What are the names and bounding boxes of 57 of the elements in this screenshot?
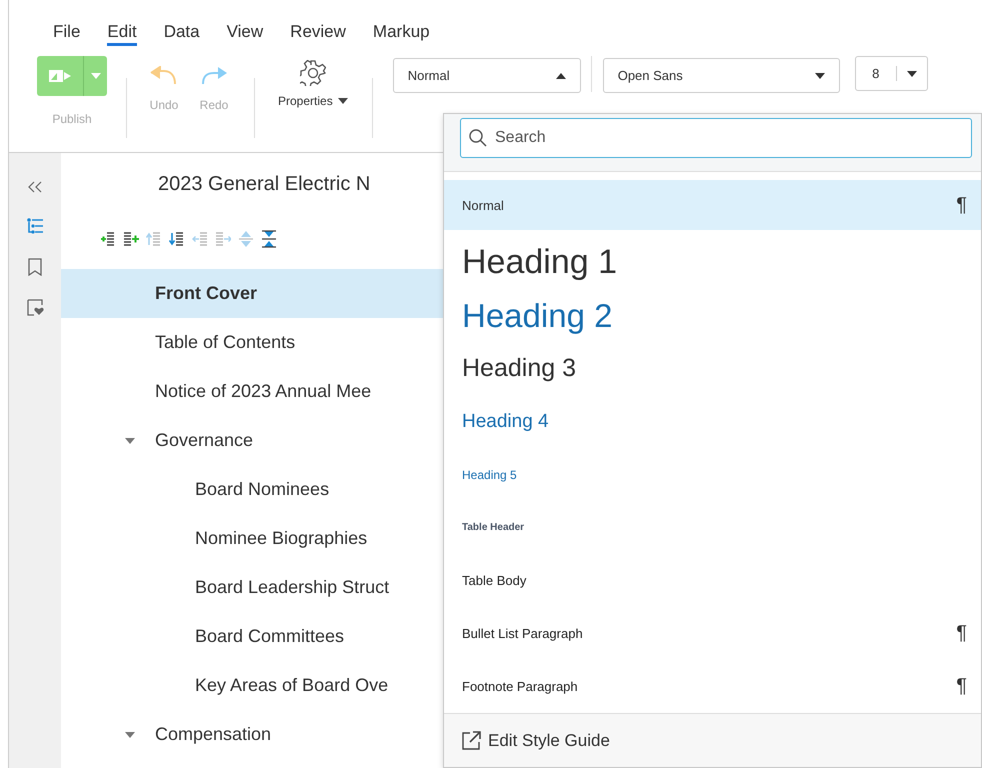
bookmark-icon[interactable] bbox=[28, 258, 42, 276]
redo-arrow-icon bbox=[199, 66, 229, 86]
tree-item[interactable]: Board Nominees bbox=[195, 479, 330, 500]
heart-note-icon[interactable] bbox=[26, 298, 44, 316]
style-option[interactable]: Heading 3 bbox=[444, 342, 981, 395]
style-option[interactable]: Heading 1 bbox=[444, 236, 981, 289]
tree-item[interactable]: Governance bbox=[155, 430, 254, 451]
lines-plus-icon[interactable] bbox=[123, 230, 139, 248]
style-option[interactable]: Heading 5 bbox=[444, 448, 981, 501]
expand-caret-icon[interactable] bbox=[125, 438, 135, 444]
style-option[interactable]: Heading 4 bbox=[444, 395, 981, 448]
outline-list-icon[interactable] bbox=[27, 218, 43, 236]
search-field[interactable]: Search bbox=[460, 118, 972, 158]
plus-lines-icon[interactable] bbox=[100, 230, 116, 248]
style-option[interactable]: Footnote Paragraph ¶ bbox=[444, 660, 981, 713]
tree-item[interactable]: Table of Contents bbox=[155, 332, 296, 353]
pilcrow-mark: ¶ bbox=[956, 194, 967, 216]
undo-arrow-icon bbox=[149, 66, 179, 86]
pilcrow-mark: ¶ bbox=[956, 622, 967, 645]
tree-item[interactable]: Compensation bbox=[155, 724, 272, 745]
pilcrow-mark: ¶ bbox=[956, 675, 967, 698]
publish-label: Publish bbox=[52, 112, 92, 126]
style-select[interactable]: Normal bbox=[392, 58, 581, 93]
down-arrow-lines-icon[interactable] bbox=[169, 230, 185, 248]
size-select[interactable]: 8 bbox=[854, 56, 928, 91]
menu-tab[interactable]: Data bbox=[164, 0, 200, 46]
caret-icon bbox=[814, 72, 825, 78]
menu-tab[interactable]: View bbox=[226, 0, 264, 46]
edit-style-guide-link[interactable]: Edit Style Guide bbox=[462, 730, 610, 750]
caret-icon bbox=[906, 70, 917, 76]
style-option[interactable]: Bullet List Paragraph ¶ bbox=[444, 607, 981, 660]
style-option[interactable]: Table Header bbox=[444, 501, 981, 554]
tree-item[interactable]: Board Committees bbox=[195, 626, 344, 647]
menu-tab[interactable]: Edit bbox=[107, 0, 137, 46]
tree-item[interactable]: Nominee Biographies bbox=[195, 528, 368, 549]
gear-icon bbox=[300, 60, 326, 86]
style-option[interactable]: Normal ¶ bbox=[444, 180, 981, 230]
caret-icon bbox=[338, 98, 348, 104]
publish-icon bbox=[48, 68, 72, 84]
font-select[interactable]: Open Sans bbox=[602, 58, 840, 93]
expand-caret-icon[interactable] bbox=[125, 732, 135, 738]
menu-tab[interactable]: Review bbox=[290, 0, 346, 46]
caret-icon bbox=[556, 72, 566, 78]
tree-item[interactable]: Board Leadership Struct bbox=[195, 577, 390, 598]
converge-arrows-icon[interactable] bbox=[261, 230, 277, 248]
document-title: 2023 General Electric N bbox=[158, 173, 370, 196]
properties-button[interactable]: Properties bbox=[278, 56, 348, 108]
collapse-chevrons-icon[interactable] bbox=[28, 181, 42, 193]
tree-item[interactable]: Key Areas of Board Ove bbox=[195, 675, 388, 696]
tree-item[interactable]: Notice of 2023 Annual Mee bbox=[155, 381, 372, 402]
style-option[interactable]: Heading 2 bbox=[444, 289, 981, 342]
search-icon bbox=[469, 129, 487, 147]
menu-tab[interactable]: Markup bbox=[372, 0, 430, 46]
menu-tab[interactable]: File bbox=[53, 0, 80, 46]
tree-item[interactable]: Front Cover bbox=[155, 283, 258, 304]
style-option[interactable]: Table Body bbox=[444, 554, 981, 607]
external-link-icon bbox=[462, 731, 481, 750]
